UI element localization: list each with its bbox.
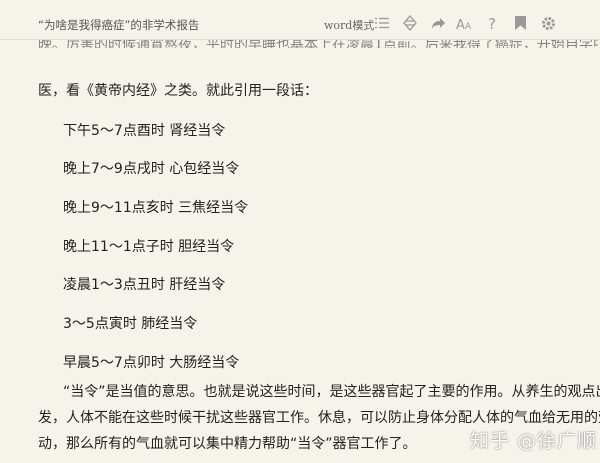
svg-text:A: A	[456, 18, 465, 30]
help-icon[interactable]: ?	[484, 14, 502, 32]
quote-line: 晚上11～1点子时 胆经当令	[63, 239, 235, 255]
quote-line: 凌晨1～3点丑时 肝经当令	[63, 277, 226, 293]
quote-line: 晚上9～11点亥时 三焦经当令	[63, 200, 249, 216]
settings-icon[interactable]	[539, 14, 557, 32]
svg-text:A: A	[465, 22, 472, 30]
svg-text:?: ?	[488, 16, 496, 31]
document-title: “为啥是我得癌症”的非学术报告	[38, 18, 200, 32]
font-size-icon[interactable]: AA	[456, 14, 474, 32]
intro-paragraph: 医，看《黄帝内经》之类。就此引用一段话：	[38, 83, 318, 99]
diamond-icon[interactable]	[401, 14, 419, 32]
explanation-line: “当令”是当值的意思。也就是说这些时间，是这些器官起了主要的作用。从养生的观点出	[63, 384, 600, 400]
explanation-line: 动，那么所有的气血就可以集中精力帮助“当令”器官工作了。	[38, 436, 417, 452]
word-mode-toggle[interactable]: word模式	[324, 17, 374, 33]
quote-line: 下午5～7点酉时 肾经当令	[63, 123, 226, 139]
list-icon[interactable]	[373, 14, 391, 32]
quote-line: 早晨5～7点卯时 大肠经当令	[63, 355, 240, 371]
quote-line: 3～5点寅时 肺经当令	[63, 316, 198, 332]
zhihu-watermark: 知乎 @徐广顺	[470, 430, 598, 452]
reader-toolbar: “为啥是我得癌症”的非学术报告 word模式 AA ?	[0, 0, 600, 40]
bookmark-icon[interactable]	[511, 14, 529, 32]
quote-line: 晚上7～9点戌时 心包经当令	[63, 161, 240, 177]
share-icon[interactable]	[429, 14, 447, 32]
